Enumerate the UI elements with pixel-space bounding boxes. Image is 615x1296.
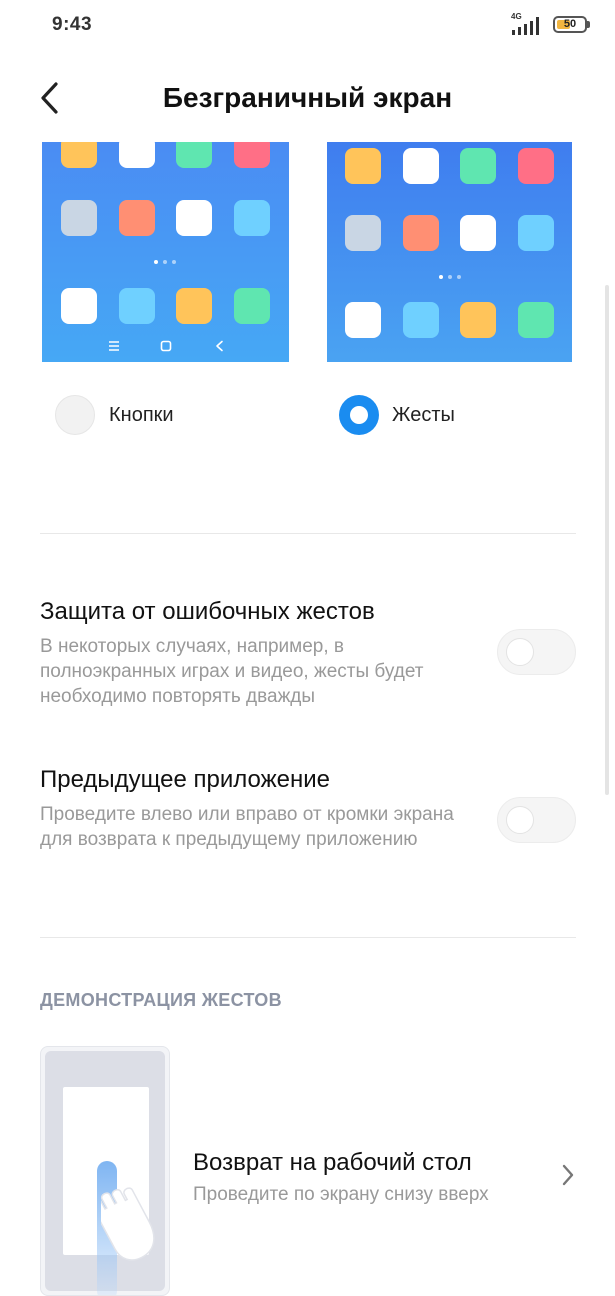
gestures-radio[interactable] <box>339 395 379 435</box>
divider <box>40 937 576 938</box>
gestures-label: Жесты <box>392 404 455 426</box>
app-tile <box>460 148 496 184</box>
app-tile <box>460 215 496 251</box>
toggle-knob <box>506 638 534 666</box>
setting-title: Предыдущее приложение <box>40 766 331 793</box>
app-tile <box>345 215 381 251</box>
app-tile <box>176 288 212 324</box>
app-tile <box>234 200 270 236</box>
demo-item-description: Проведите по экрану снизу вверх <box>193 1184 489 1205</box>
app-tile <box>176 200 212 236</box>
app-tile <box>61 200 97 236</box>
setting-description: Проведите влево или вправо от кромки экр… <box>40 804 454 850</box>
app-tile <box>119 200 155 236</box>
section-header: ДЕМОНСТРАЦИЯ ЖЕСТОВ <box>40 990 282 1010</box>
demo-item-title[interactable]: Возврат на рабочий стол <box>193 1149 472 1177</box>
app-tile <box>518 148 554 184</box>
app-tile <box>345 302 381 338</box>
buttons-radio[interactable] <box>55 395 95 435</box>
mistouch-protection-toggle[interactable] <box>497 629 576 675</box>
page-indicator <box>154 260 184 264</box>
app-tile <box>518 302 554 338</box>
toggle-knob <box>506 806 534 834</box>
divider <box>40 533 576 534</box>
app-tile <box>234 142 270 168</box>
chevron-right-icon[interactable] <box>561 1163 575 1187</box>
app-tile <box>61 142 97 168</box>
setting-mistouch-protection[interactable]: Защита от ошибочных жестов В некоторых с… <box>40 598 576 708</box>
battery-percent: 50 <box>563 18 577 30</box>
app-tile <box>176 142 212 168</box>
scrollbar[interactable] <box>605 285 609 795</box>
setting-description: В некоторых случаях, например, в полноэк… <box>40 636 424 707</box>
swipe-hand-icon <box>101 1175 155 1261</box>
option-buttons[interactable]: Кнопки <box>55 395 255 435</box>
app-tile <box>119 288 155 324</box>
home-nav-icon <box>160 340 172 352</box>
page-title: Безграничный экран <box>162 82 453 113</box>
status-bar: 9:43 4G 50 <box>0 0 615 50</box>
app-tile <box>403 302 439 338</box>
app-tile <box>518 215 554 251</box>
option-gestures[interactable]: Жесты <box>339 395 539 435</box>
buttons-label: Кнопки <box>109 404 174 426</box>
app-tile <box>460 302 496 338</box>
app-tile <box>345 148 381 184</box>
app-tile <box>234 288 270 324</box>
setting-previous-app[interactable]: Предыдущее приложение Проведите влево ил… <box>40 766 576 876</box>
app-tile <box>403 215 439 251</box>
previous-app-toggle[interactable] <box>497 797 576 843</box>
buttons-mode-preview[interactable] <box>42 142 289 362</box>
app-tile <box>119 142 155 168</box>
gestures-mode-preview[interactable] <box>327 142 572 362</box>
back-nav-icon <box>216 340 223 352</box>
app-tile <box>403 148 439 184</box>
top-app-bar: Безграничный экран <box>0 60 615 135</box>
status-time: 9:43 <box>52 14 93 35</box>
app-tile <box>61 288 97 324</box>
gesture-demo-thumbnail[interactable] <box>40 1046 170 1296</box>
page-indicator <box>439 275 469 279</box>
battery-icon: 50 <box>553 16 587 33</box>
setting-title: Защита от ошибочных жестов <box>40 598 375 625</box>
battery-cap <box>587 21 590 28</box>
demo-frame <box>45 1051 165 1295</box>
signal-icon <box>512 17 539 35</box>
menu-nav-icon <box>109 341 119 351</box>
